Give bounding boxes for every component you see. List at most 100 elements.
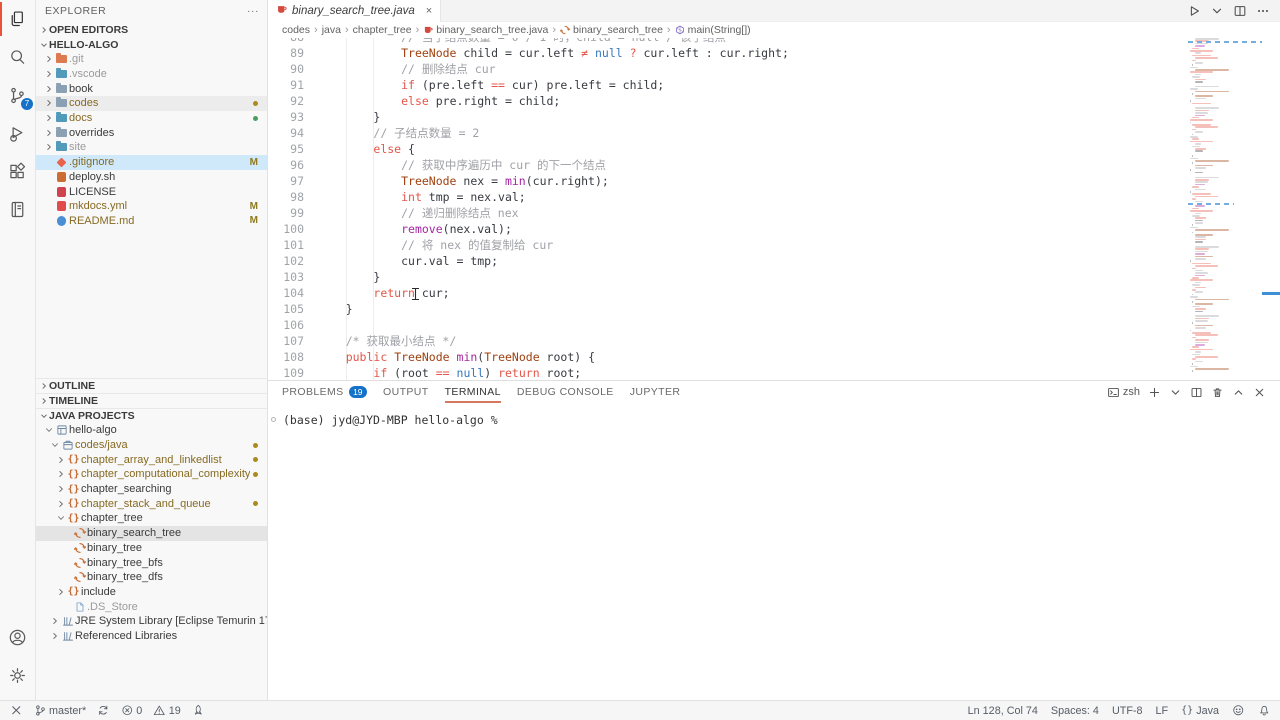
breadcrumb-item-java[interactable]: java [322,24,341,36]
code-line-95[interactable]: 95 else { [268,141,1188,157]
tree-item-chapter-searching[interactable]: {}chapter_searching [36,482,267,497]
code-line-88[interactable]: 88 // 当子结点数量 = 0 / 1 时，child = null / 该子… [268,38,1188,45]
tree-item-binary-tree[interactable]: binary_tree [36,541,267,556]
activity-item-search[interactable] [0,38,35,76]
more-actions-icon[interactable]: ··· [247,5,259,17]
code-line-108[interactable]: 108 public TreeNode min(TreeNode root) { [268,349,1188,365]
section-outline[interactable]: OUTLINE [36,378,267,393]
chev-down-icon[interactable] [1210,4,1224,18]
split-icon[interactable] [1233,4,1247,18]
tree-item-referenced-libraries[interactable]: Referenced Libraries [36,629,267,644]
breadcrumb-item-codes[interactable]: codes [282,24,310,36]
tree-item-vscode[interactable]: .vscode [36,67,267,82]
code-line-97[interactable]: 97 TreeNode nex = min(cur.right); [268,173,1188,189]
activity-item-notebook[interactable] [0,190,35,228]
code-line-106[interactable]: 106 [268,317,1188,333]
panel-tab-terminal[interactable]: TERMINAL [445,381,501,403]
code-line-100[interactable]: 100 remove(nex.val); [268,221,1188,237]
breadcrumb-item-chapter-tree[interactable]: chapter_tree [353,24,412,36]
tree-item-mkdocs-yml[interactable]: mkdocs.ymlM [36,199,267,214]
code-line-91[interactable]: 91 if (pre.left == cur) pre.left = child… [268,77,1188,93]
tree-item-docs[interactable]: docs [36,111,267,126]
activity-item-files[interactable] [0,0,35,38]
status-lf[interactable]: LF [1156,704,1169,717]
close-icon[interactable] [1253,386,1266,399]
code-line-94[interactable]: 94 // 子结点数量 = 2 [268,125,1188,141]
tree-item-jre-system-library-eclipse-temurin-17-17[interactable]: JRE System Library [Eclipse Temurin 17 [… [36,614,267,629]
tree-item-codes-java[interactable]: codes/java [36,438,267,453]
status-feedback[interactable] [1232,704,1245,717]
tree-item-include[interactable]: {}include [36,585,267,600]
shell-selector[interactable]: zsh [1107,386,1140,399]
terminal[interactable]: (base) jyd@JYD-MBP hello-algo % [268,403,1280,427]
tree-item-chapter-stack-and-queue[interactable]: {}chapter_stack_and_queue [36,496,267,511]
tree-item-git[interactable]: .git [36,52,267,67]
code-line-103[interactable]: 103 } [268,269,1188,285]
tree-item-binary-search-tree[interactable]: binary_search_tree [36,526,267,541]
tree-item-hello-algo[interactable]: hello-algo [36,423,267,438]
code-line-92[interactable]: 92 else pre.right = child; [268,93,1188,109]
tree-item-deploy-sh[interactable]: deploy.sh [36,170,267,185]
code-editor[interactable]: 88 // 当子结点数量 = 0 / 1 时，child = null / 该子… [268,38,1188,380]
tree-item-chapter-computational-complexity[interactable]: {}chapter_computational_complexity [36,467,267,482]
status-utf-8[interactable]: UTF-8 [1112,704,1143,717]
more-icon[interactable] [1256,4,1270,18]
chev-down-icon[interactable] [1169,386,1182,399]
status-spaces-4[interactable]: Spaces: 4 [1051,704,1099,717]
code-line-93[interactable]: 93 } [268,109,1188,125]
status-rocket[interactable] [192,704,205,717]
code-line-89[interactable]: 89 TreeNode child = cur.left ≠ null ? cu… [268,45,1188,61]
code-line-96[interactable]: 96 // 获取中序遍历中 cur 的下一个结点 [268,157,1188,173]
activity-item-extensions[interactable] [0,152,35,190]
tree-item-binary-tree-dfs[interactable]: binary_tree_dfs [36,570,267,585]
breadcrumb-item-binary-search-tree[interactable]: binary_search_tree [560,24,663,36]
code-line-105[interactable]: 105 } [268,301,1188,317]
activity-item-scm[interactable]: 7 [0,76,35,114]
tree-item-chapter-tree[interactable]: {}chapter_tree [36,511,267,526]
code-line-107[interactable]: 107 /* 获取最小结点 */ [268,333,1188,349]
section-open-editors[interactable]: OPEN EDITORS [36,22,267,37]
tree-item-chapter-array-and-linkedlist[interactable]: {}chapter_array_and_linkedlist [36,452,267,467]
tree-item-ds-store[interactable]: .DS_Store [36,599,267,614]
code-line-102[interactable]: 102 cur.val = tmp; [268,253,1188,269]
panel-tab-output[interactable]: OUTPUT [383,381,429,403]
panel-tab-problems[interactable]: PROBLEMS19 [282,381,367,403]
status-branch[interactable]: master* [34,704,87,717]
section-timeline[interactable]: TIMELINE [36,393,267,408]
status-braces-text[interactable]: {}Java [1181,704,1219,717]
panel-tab-debug-console[interactable]: DEBUG CONSOLE [517,381,614,403]
close-icon[interactable]: × [426,5,432,17]
code-line-104[interactable]: 104 return cur; [268,285,1188,301]
status-error[interactable]: 0 [121,704,143,717]
plus-icon[interactable] [1148,386,1161,399]
tree-item-book[interactable]: book [36,81,267,96]
tree-item-binary-tree-bfs[interactable]: binary_tree_bfs [36,555,267,570]
tree-item-gitignore[interactable]: .gitignoreM [36,155,267,170]
status-warning[interactable]: 19 [153,704,181,717]
panel-tab-jupyter[interactable]: JUPYTER [630,381,681,403]
status-sync[interactable] [97,704,110,717]
split-icon[interactable] [1190,386,1203,399]
breadcrumb-item-binary-search-tree-java[interactable]: binary_search_tree.java [423,24,548,36]
chev-up-icon[interactable] [1232,386,1245,399]
run-icon[interactable] [1187,4,1201,18]
tree-item-overrides[interactable]: overrides [36,125,267,140]
breadcrumb-item-main-string[interactable]: main(String[]) [675,24,751,36]
section-root-folder[interactable]: HELLO-ALGO [36,37,267,52]
section-java-projects[interactable]: JAVA PROJECTS [36,408,267,423]
minimap[interactable] [1188,38,1262,380]
status-bell[interactable] [1258,704,1271,717]
activity-item-debug[interactable] [0,114,35,152]
status-ln-128-col-74[interactable]: Ln 128, Col 74 [968,704,1038,717]
activity-item-gear[interactable] [0,656,35,694]
activity-item-account[interactable] [0,618,35,656]
trash-icon[interactable] [1211,386,1224,399]
code-line-98[interactable]: 98 int tmp = nex.val; [268,189,1188,205]
code-line-101[interactable]: 101 // 将 nex 的值复制给 cur [268,237,1188,253]
code-line-90[interactable]: 90 // 删除结点 cur [268,61,1188,77]
tree-item-site[interactable]: site [36,140,267,155]
code-line-109[interactable]: 109 if (root == null) return root; [268,365,1188,380]
tree-item-license[interactable]: LICENSE [36,184,267,199]
tree-item-readme-md[interactable]: README.mdM [36,214,267,229]
status-remote[interactable] [10,704,23,717]
